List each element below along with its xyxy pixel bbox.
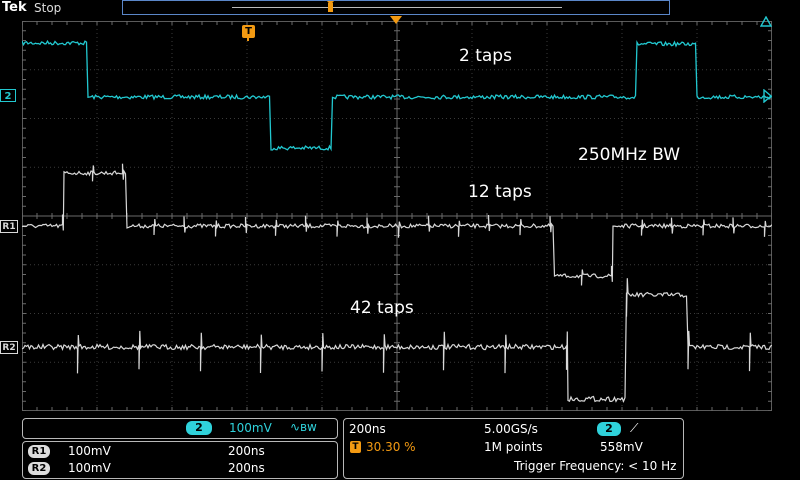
- reference-1-marker[interactable]: R1: [0, 220, 18, 233]
- trigger-time-marker-icon[interactable]: [390, 16, 402, 25]
- channel-2-marker[interactable]: 2: [0, 89, 16, 102]
- record-length: 1M points: [484, 440, 543, 454]
- top-bar: Tek Stop: [0, 0, 800, 17]
- waveform-graticule[interactable]: [22, 21, 772, 411]
- annotation-2-taps: 2 taps: [459, 46, 512, 66]
- ref-2-time: 200ns: [228, 461, 265, 475]
- reference-readout[interactable]: R1 100mV 200ns R2 100mV 200ns: [22, 441, 338, 479]
- channel-2-scale: 100mV: [229, 421, 272, 435]
- grid-lines: [22, 21, 772, 411]
- channel-2-readout[interactable]: 2 100mV ∿ʙw: [22, 418, 338, 439]
- trigger-position-icon: T: [350, 441, 361, 453]
- ref-1-time: 200ns: [228, 444, 265, 458]
- timebase-trigger-readout[interactable]: 200ns 5.00GS/s 2 ⟋ T 30.30 % 1M points 5…: [343, 418, 684, 479]
- trigger-slope-icon: ⟋: [630, 421, 639, 435]
- trigger-level: 558mV: [600, 440, 643, 454]
- reference-2-marker[interactable]: R2: [0, 341, 18, 354]
- time-per-division: 200ns: [349, 422, 386, 436]
- annotation-42-taps: 42 taps: [350, 298, 414, 318]
- record-view-marker-icon[interactable]: [326, 1, 335, 13]
- ref-1-badge: R1: [28, 445, 50, 458]
- record-view-line: [232, 7, 562, 8]
- sample-rate: 5.00GS/s: [484, 422, 538, 436]
- trigger-source-badge: 2: [597, 422, 621, 436]
- trigger-level-arrow-icon: [760, 16, 772, 27]
- annotation-bandwidth: 250MHz BW: [578, 145, 681, 165]
- annotation-12-taps: 12 taps: [468, 182, 532, 202]
- bandwidth-limit-icon: ∿ʙw: [290, 420, 317, 434]
- ref-2-scale: 100mV: [68, 461, 111, 475]
- acquisition-status: Stop: [34, 1, 62, 15]
- trigger-position: 30.30 %: [366, 440, 416, 454]
- ref-1-scale: 100mV: [68, 444, 111, 458]
- trigger-frequency: Trigger Frequency: < 10 Hz: [514, 459, 677, 473]
- trigger-position-stem: [247, 38, 249, 41]
- ref-2-badge: R2: [28, 462, 50, 475]
- brand-logo: Tek: [2, 0, 27, 15]
- trigger-position-icon[interactable]: T: [242, 25, 255, 38]
- ch2-right-arrow-icon: [763, 89, 772, 103]
- channel-2-badge: 2: [186, 421, 212, 435]
